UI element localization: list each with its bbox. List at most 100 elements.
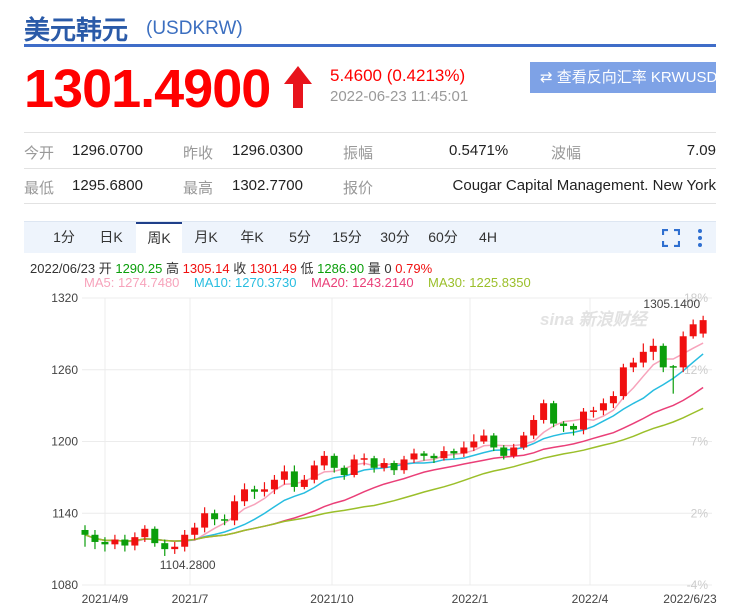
- candle-body: [609, 396, 617, 404]
- x-tick-label: 2022/6/23: [663, 592, 717, 606]
- candle-body: [669, 366, 677, 368]
- pct-tick-label: -4%: [687, 578, 709, 592]
- candle-body: [520, 435, 528, 448]
- stat-label: 昨收: [183, 145, 214, 162]
- candle-body: [400, 459, 408, 471]
- info-pct: 0.79%: [395, 261, 433, 276]
- high-label: 高: [165, 261, 179, 276]
- y-tick-label: 1200: [51, 435, 78, 449]
- candle-body: [500, 447, 508, 456]
- candle-body: [560, 423, 568, 426]
- reverse-rate-label: 查看反向汇率 KRWUSD: [556, 69, 716, 86]
- candle-body: [360, 458, 368, 460]
- info-close: 1301.49: [249, 261, 297, 276]
- stat-range: 7.09: [686, 142, 716, 159]
- tab-monthly[interactable]: 月K: [184, 222, 228, 253]
- tab-yearly[interactable]: 年K: [230, 222, 274, 253]
- candle-body: [530, 419, 538, 436]
- y-tick-label: 1140: [52, 506, 78, 520]
- period-tabs: 1分 日K 周K 月K 年K 5分 15分 30分 60分 4H: [24, 221, 716, 253]
- candle-body: [510, 447, 518, 456]
- candle-body: [111, 539, 119, 545]
- ma20-value: MA20: 1243.2140: [310, 275, 414, 290]
- stat-quoter: Cougar Capital Management. New York: [452, 177, 716, 194]
- tab-weekly[interactable]: 周K: [136, 222, 182, 253]
- candle-body: [141, 528, 149, 538]
- candle-body: [689, 324, 697, 337]
- candle-body: [330, 455, 338, 468]
- divider: [24, 132, 716, 133]
- candle-body: [320, 455, 328, 466]
- candle-body: [241, 489, 249, 502]
- x-tick-label: 2021/7: [172, 592, 209, 606]
- up-arrow-icon: [284, 66, 312, 108]
- divider: [24, 203, 716, 204]
- candle-body: [171, 546, 179, 550]
- candle-body: [221, 519, 229, 521]
- tab-15min[interactable]: 15分: [324, 222, 370, 253]
- more-options-icon[interactable]: [696, 228, 704, 248]
- candle-body: [131, 537, 139, 546]
- divider: [24, 168, 716, 169]
- tab-60min[interactable]: 60分: [420, 222, 466, 253]
- candle-body: [550, 403, 558, 424]
- candle-body: [699, 320, 707, 334]
- candle-body: [440, 451, 448, 459]
- ma30-value: MA30: 1225.8350: [428, 275, 531, 290]
- candle-body: [599, 403, 607, 411]
- close-label: 收: [233, 261, 247, 276]
- candle-body: [619, 367, 627, 397]
- stat-label: 报价: [343, 180, 374, 197]
- candle-body: [280, 471, 288, 480]
- x-tick-label: 2021/4/9: [82, 592, 129, 606]
- tab-1min[interactable]: 1分: [44, 222, 84, 253]
- candle-body: [460, 447, 468, 454]
- swap-icon: ⇄: [540, 69, 557, 86]
- tab-30min[interactable]: 30分: [372, 222, 418, 253]
- candle-body: [649, 345, 657, 352]
- candle-body: [310, 465, 318, 480]
- candle-body: [151, 528, 159, 544]
- stat-prev-close: 1296.0300: [232, 142, 303, 159]
- candle-body: [300, 479, 308, 487]
- candle-body: [270, 479, 278, 490]
- current-price: 1301.4900: [24, 59, 271, 119]
- stat-high: 1302.7700: [232, 177, 303, 194]
- ma20-line: [84, 386, 704, 542]
- stat-label: 最高: [183, 180, 214, 197]
- pct-tick-label: 7%: [691, 435, 709, 449]
- ma10-value: MA10: 1270.3730: [193, 275, 297, 290]
- candle-body: [370, 458, 378, 468]
- candle-body: [231, 501, 239, 521]
- candle-body: [390, 463, 398, 471]
- candle-body: [470, 441, 478, 448]
- pct-tick-label: 18%: [684, 291, 708, 305]
- tab-4h[interactable]: 4H: [470, 222, 506, 253]
- sina-watermark-logo: sina 新浪财经: [540, 310, 649, 329]
- candle-body: [201, 513, 209, 528]
- tab-5min[interactable]: 5分: [280, 222, 320, 253]
- stat-amplitude: 0.5471%: [449, 142, 509, 159]
- fullscreen-icon[interactable]: [662, 229, 680, 247]
- reverse-rate-button[interactable]: ⇄ 查看反向汇率 KRWUSD: [530, 62, 716, 93]
- candle-body: [290, 471, 298, 487]
- candle-body: [250, 489, 258, 492]
- vol-label: 量: [367, 261, 381, 276]
- info-date: 2022/06/23: [30, 261, 96, 276]
- symbol-code: (USDKRW): [146, 18, 243, 39]
- page-title: 美元韩元: [24, 15, 129, 45]
- ma10-line: [84, 353, 704, 542]
- candle-body: [639, 351, 647, 363]
- info-high: 1305.14: [182, 261, 230, 276]
- x-tick-label: 2022/1: [452, 592, 489, 606]
- candle-body: [181, 534, 189, 547]
- candle-body: [410, 453, 418, 460]
- ma5-line: [84, 342, 704, 543]
- candle-body: [121, 539, 129, 546]
- candle-body: [589, 410, 597, 412]
- stat-open: 1296.0700: [72, 142, 143, 159]
- candle-body: [161, 543, 169, 550]
- tab-daily[interactable]: 日K: [90, 222, 132, 253]
- open-label: 开: [98, 261, 112, 276]
- candle-body: [91, 534, 99, 542]
